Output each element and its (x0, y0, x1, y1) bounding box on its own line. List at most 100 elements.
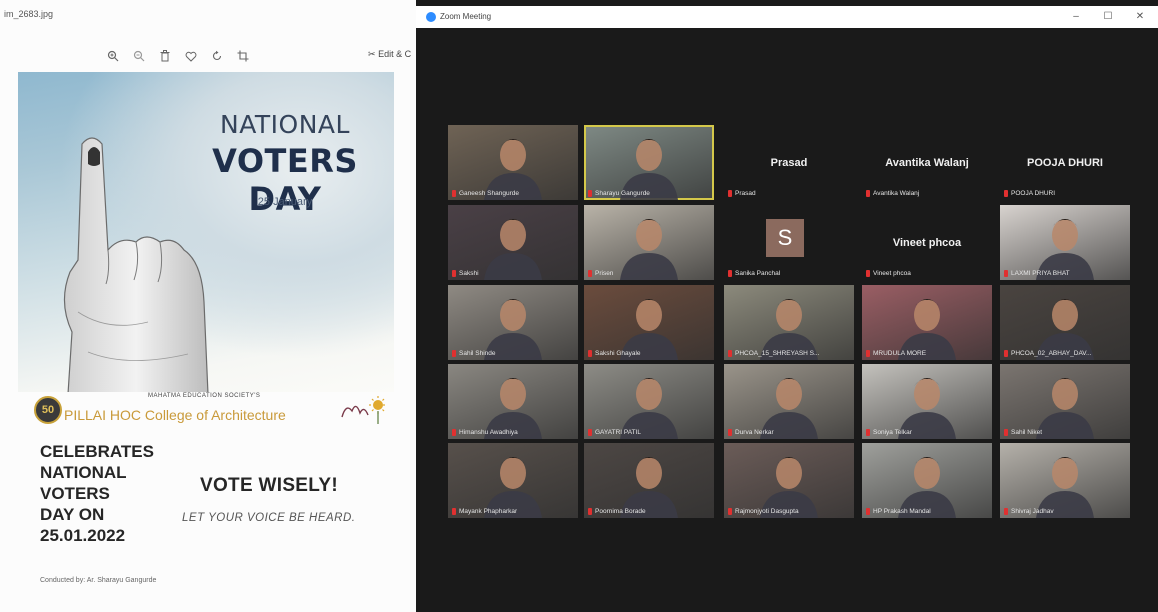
poster-title-line1: NATIONAL (220, 110, 350, 139)
participant-tile[interactable]: Durva Nerkar (724, 364, 854, 439)
participant-display-name: POOJA DHURI (1027, 157, 1103, 169)
participant-tile[interactable]: Prasad Prasad (724, 125, 854, 200)
participant-video (760, 378, 818, 439)
college-logo-icon (341, 396, 385, 424)
participant-video (1036, 378, 1094, 439)
participant-name-label: POOJA DHURI (1011, 190, 1056, 197)
anniversary-badge: 50 (34, 396, 62, 424)
participant-name-label: GAYATRI PATIL (595, 429, 641, 436)
heart-icon[interactable] (178, 46, 204, 66)
zoom-titlebar: Zoom Meeting – ☐ ✕ (416, 6, 1158, 28)
participant-name-label: Durva Nerkar (735, 429, 774, 436)
participant-name-label: LAXMI PRIYA BHAT (1011, 270, 1070, 277)
participant-name-label: MRUDULA MORE (873, 350, 927, 357)
poster-image: NATIONAL VOTERS DAY 25 January (18, 72, 394, 392)
participant-name-label: Shivraj Jadhav (1011, 508, 1054, 515)
participant-video (620, 219, 678, 280)
participant-name-label: Prasad (735, 190, 756, 197)
participant-video (898, 378, 956, 439)
zoom-logo-icon (426, 12, 436, 22)
participant-video (1036, 219, 1094, 280)
participant-tile[interactable]: HP Prakash Mandal (862, 443, 992, 518)
participant-tile[interactable]: Sharayu Gangurde (584, 125, 714, 200)
participant-name-label: Rajmonjyoti Dasgupta (735, 508, 799, 515)
participant-tile[interactable]: LAXMI PRIYA BHAT (1000, 205, 1130, 280)
participant-video (484, 457, 542, 518)
participant-name-label: Sahil Shinde (459, 350, 496, 357)
participant-video (620, 139, 678, 200)
rotate-icon[interactable] (204, 46, 230, 66)
participant-video (484, 219, 542, 280)
participant-name-label: Himanshu Awadhiya (459, 429, 518, 436)
window-title: Zoom Meeting (440, 12, 492, 21)
conducted-by: Conducted by: Ar. Sharayu Gangurde (40, 577, 157, 584)
participant-tile[interactable]: Vineet phcoa Vineet phcoa (862, 205, 992, 280)
participant-video (1036, 299, 1094, 360)
slogan: VOTE WISELY! (200, 475, 339, 496)
participant-video (484, 299, 542, 360)
participant-tile[interactable]: Sahil Niket (1000, 364, 1130, 439)
participant-name-label: Soniya Telkar (873, 429, 912, 436)
participant-tile[interactable]: Poornima Borade (584, 443, 714, 518)
photo-viewer-window: im_2683.jpg ✂ Edit & C NATIONAL VOTERS D… (0, 0, 416, 612)
zoom-in-icon[interactable] (100, 46, 126, 66)
participant-name-label: Prisen (595, 270, 614, 277)
participant-name-label: Avantika Walanj (873, 190, 920, 197)
participant-tile[interactable]: POOJA DHURI POOJA DHURI (1000, 125, 1130, 200)
participant-name-label: Sahil Niket (1011, 429, 1043, 436)
participant-tile[interactable]: Sakshi (448, 205, 578, 280)
participant-name-label: Sakshi Ghayale (595, 350, 641, 357)
participant-video (898, 299, 956, 360)
zoom-meeting-window: Zoom Meeting – ☐ ✕ Ganeesh Shangurde Shar… (416, 0, 1158, 612)
participant-tile[interactable]: PHCOA_15_SHREYASH S... (724, 285, 854, 360)
participant-tile[interactable]: Ganeesh Shangurde (448, 125, 578, 200)
participant-video (1036, 457, 1094, 518)
participant-tile[interactable]: MRUDULA MORE (862, 285, 992, 360)
participant-name-label: PHCOA_02_ABHAY_DAV... (1011, 350, 1092, 357)
participant-name-label: Poornima Borade (595, 508, 646, 515)
minimize-button[interactable]: – (1066, 9, 1086, 25)
participant-tile[interactable]: PHCOA_02_ABHAY_DAV... (1000, 285, 1130, 360)
poster-date: 25 January (257, 196, 313, 208)
participant-tile[interactable]: Mayank Phapharkar (448, 443, 578, 518)
participant-name-label: Sanika Panchal (735, 270, 781, 277)
participant-tile[interactable]: Prisen (584, 205, 714, 280)
participant-name-label: Vineet phcoa (873, 270, 911, 277)
close-button[interactable]: ✕ (1130, 9, 1150, 25)
participant-video (484, 378, 542, 439)
participant-tile[interactable]: Shivraj Jadhav (1000, 443, 1130, 518)
edit-icon: ✂ (368, 49, 376, 59)
college-name: PILLAI HOC College of Architecture (64, 407, 286, 423)
participant-display-name: Avantika Walanj (885, 157, 969, 169)
participant-name-label: Mayank Phapharkar (459, 508, 518, 515)
maximize-button[interactable]: ☐ (1098, 9, 1118, 25)
participant-video (620, 299, 678, 360)
participant-name-label: Sakshi (459, 270, 479, 277)
participant-video (760, 299, 818, 360)
participant-video (760, 457, 818, 518)
participant-tile[interactable]: Rajmonjyoti Dasgupta (724, 443, 854, 518)
participant-video (898, 457, 956, 518)
participant-tile[interactable]: Soniya Telkar (862, 364, 992, 439)
delete-icon[interactable] (152, 46, 178, 66)
tagline: LET YOUR VOICE BE HEARD. (182, 512, 356, 524)
crop-icon[interactable] (230, 46, 256, 66)
edit-create-button[interactable]: ✂ Edit & C (368, 49, 411, 60)
participant-video (620, 378, 678, 439)
participant-tile[interactable]: Sakshi Ghayale (584, 285, 714, 360)
participant-tile[interactable]: Avantika Walanj Avantika Walanj (862, 125, 992, 200)
participant-name-label: HP Prakash Mandal (873, 508, 931, 515)
participant-video (620, 457, 678, 518)
zoom-out-icon[interactable] (126, 46, 152, 66)
participant-name-label: PHCOA_15_SHREYASH S... (735, 350, 820, 357)
participant-avatar: S (766, 219, 804, 257)
participant-video (484, 139, 542, 200)
society-name: MAHATMA EDUCATION SOCIETY'S (148, 393, 261, 399)
participant-tile[interactable]: Himanshu Awadhiya (448, 364, 578, 439)
participant-display-name: Prasad (770, 157, 808, 169)
celebrates-heading: CELEBRATES NATIONAL VOTERS DAY ON 25.01.… (40, 442, 154, 545)
participant-tile[interactable]: GAYATRI PATIL (584, 364, 714, 439)
participant-tile[interactable]: Sahil Shinde (448, 285, 578, 360)
viewer-toolbar (100, 46, 256, 66)
participant-tile[interactable]: S Sanika Panchal (724, 205, 854, 280)
